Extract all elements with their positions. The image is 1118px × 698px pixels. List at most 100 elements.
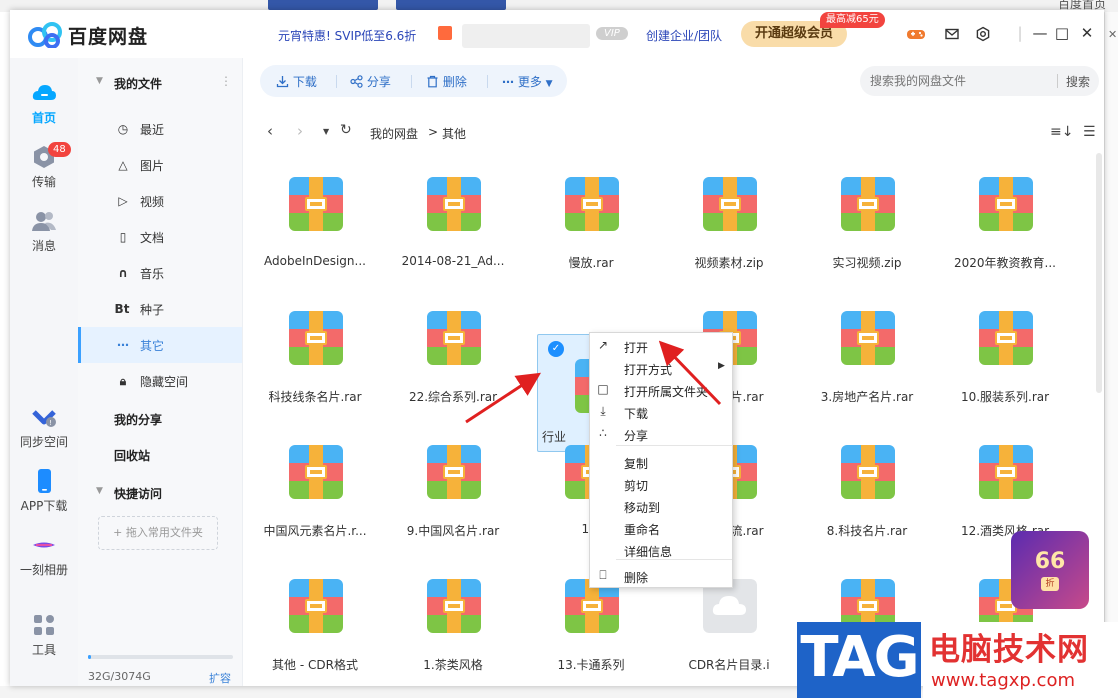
mail-icon[interactable] bbox=[944, 26, 960, 42]
sidebar-item-images[interactable]: △ 图片 bbox=[78, 147, 242, 183]
sidebar-item-label: 视频 bbox=[140, 195, 165, 209]
gamepad-icon[interactable] bbox=[906, 26, 926, 42]
promo-link[interactable]: 元宵特惠! SVIP低至6.6折 bbox=[278, 27, 416, 44]
baidu-netdisk-logo-icon bbox=[28, 22, 62, 48]
toolbar-divider bbox=[411, 75, 412, 88]
caret-down-icon[interactable]: ▼ bbox=[96, 486, 103, 496]
more-button[interactable]: ⋯ 更多 ▼ bbox=[502, 73, 553, 90]
archive-file-icon bbox=[565, 177, 619, 231]
minimize-icon[interactable]: — bbox=[1032, 24, 1048, 42]
list-view-icon[interactable]: ☰ bbox=[1083, 124, 1096, 140]
nav-sync-space[interactable]: ! 同步空间 bbox=[10, 404, 78, 450]
username-blurred[interactable] bbox=[462, 24, 590, 48]
breadcrumb-root[interactable]: 我的网盘 bbox=[370, 125, 418, 142]
promo-sticker[interactable]: 66 折 bbox=[1011, 531, 1089, 609]
download-icon: ⤓ bbox=[600, 404, 606, 418]
context-menu-divider bbox=[616, 559, 732, 560]
sidebar-item-hidden-space[interactable]: 🔒︎ 隐藏空间 bbox=[78, 363, 242, 399]
file-tile[interactable]: 其他 - CDR格式 bbox=[252, 555, 378, 673]
sidebar-item-recent[interactable]: ◷ 最近 bbox=[78, 111, 242, 147]
add-quick-folder-dropzone[interactable]: + 拖入常用文件夹 bbox=[98, 516, 218, 550]
nav-label: 一刻相册 bbox=[19, 563, 68, 577]
context-menu-item[interactable]: ⎕ 删除 bbox=[590, 565, 732, 587]
toolbar-divider bbox=[336, 75, 337, 88]
nav-album[interactable]: 一刻相册 bbox=[10, 532, 78, 578]
file-tile[interactable]: 1.茶类风格 bbox=[390, 555, 516, 673]
context-menu-item[interactable]: □ 打开所属文件夹 bbox=[590, 379, 732, 401]
file-tile[interactable]: 12.酒类风格.rar bbox=[942, 421, 1068, 539]
more-icon: ⋯ bbox=[117, 338, 129, 352]
transfer-count-badge: 48 bbox=[48, 142, 71, 157]
file-tile[interactable]: 22.综合系列.rar bbox=[390, 287, 516, 405]
context-menu-item[interactable]: 重命名 bbox=[590, 517, 732, 539]
my-files-heading[interactable]: 我的文件 bbox=[114, 75, 162, 92]
nav-app-download[interactable]: APP下载 bbox=[10, 468, 78, 514]
context-menu-item[interactable]: 打开方式 ▶ bbox=[590, 357, 732, 379]
sort-icon[interactable]: ≡↓ bbox=[1050, 124, 1073, 140]
delete-label: 删除 bbox=[442, 75, 467, 89]
selected-check-icon[interactable]: ✓ bbox=[548, 341, 564, 357]
nav-label: 同步空间 bbox=[19, 435, 68, 449]
more-dots-icon[interactable]: ⋮ bbox=[220, 74, 232, 88]
sidebar-item-documents[interactable]: ▯ 文档 bbox=[78, 219, 242, 255]
share-button[interactable]: 分享 bbox=[350, 73, 391, 90]
sidebar-item-label: 隐藏空间 bbox=[140, 375, 189, 389]
context-menu-item[interactable]: ↗ 打开 bbox=[590, 335, 732, 357]
file-tile[interactable]: 科技线条名片.rar bbox=[252, 287, 378, 405]
sidebar-item-label: 文档 bbox=[140, 231, 165, 245]
breadcrumb-current[interactable]: 其他 bbox=[442, 125, 466, 142]
file-tile[interactable]: 8.科技名片.rar bbox=[804, 421, 930, 539]
my-share-link[interactable]: 我的分享 bbox=[114, 411, 162, 428]
file-tile[interactable]: 10.服装系列.rar bbox=[942, 287, 1068, 405]
delete-button[interactable]: 删除 bbox=[426, 73, 467, 90]
storage-quota-text: 32G/3074G bbox=[88, 670, 151, 683]
file-tile[interactable]: AdobeInDesign... bbox=[252, 153, 378, 271]
context-menu-item[interactable]: 剪切 bbox=[590, 473, 732, 495]
file-tile[interactable]: 3.房地产名片.rar bbox=[804, 287, 930, 405]
close-icon[interactable]: ✕ bbox=[1079, 24, 1095, 42]
vertical-scrollbar[interactable] bbox=[1096, 153, 1102, 393]
quick-access-heading[interactable]: 快捷访问 bbox=[114, 485, 162, 502]
context-menu-item[interactable]: ⤓ 下载 bbox=[590, 401, 732, 423]
context-menu-item[interactable]: ∴ 分享 bbox=[590, 423, 732, 445]
file-tile[interactable]: 中国风元素名片.r... bbox=[252, 421, 378, 539]
file-tile[interactable]: 实习视频.zip bbox=[804, 153, 930, 271]
history-dropdown-icon[interactable]: ▼ bbox=[323, 127, 329, 136]
context-menu-item[interactable]: 详细信息 bbox=[590, 539, 732, 561]
search-bar: 搜索 bbox=[860, 66, 1099, 96]
nav-home[interactable]: 首页 bbox=[10, 80, 78, 126]
tools-icon bbox=[34, 615, 54, 635]
download-icon bbox=[276, 76, 289, 88]
create-enterprise-link[interactable]: 创建企业/团队 bbox=[646, 27, 722, 44]
context-menu-item[interactable]: 移动到 bbox=[590, 495, 732, 517]
file-tile[interactable]: 视频素材.zip bbox=[666, 153, 792, 271]
file-tile[interactable]: 2020年教资教育... bbox=[942, 153, 1068, 271]
recycle-bin-link[interactable]: 回收站 bbox=[114, 447, 150, 464]
gift-icon[interactable] bbox=[438, 26, 452, 40]
maximize-icon[interactable]: □ bbox=[1054, 24, 1070, 42]
nav-label: 工具 bbox=[31, 643, 56, 657]
sidebar-item-videos[interactable]: ▷ 视频 bbox=[78, 183, 242, 219]
file-tile[interactable]: 9.中国风名片.rar bbox=[390, 421, 516, 539]
refresh-icon[interactable]: ↻ bbox=[340, 122, 352, 138]
context-menu-label: 打开方式 bbox=[624, 363, 673, 377]
search-button[interactable]: 搜索 bbox=[1066, 73, 1090, 90]
nav-tools[interactable]: 工具 bbox=[10, 612, 78, 658]
message-icon bbox=[32, 212, 56, 231]
caret-down-icon[interactable]: ▼ bbox=[96, 76, 103, 86]
file-tile[interactable]: 慢放.rar bbox=[528, 153, 654, 271]
sidebar-item-music[interactable]: ∩ 音乐 bbox=[78, 255, 242, 291]
file-tile[interactable]: 2014-08-21_Ad... bbox=[390, 153, 516, 271]
expand-storage-link[interactable]: 扩容 bbox=[209, 670, 231, 686]
sidebar-item-torrents[interactable]: Bt 种子 bbox=[78, 291, 242, 327]
forward-icon[interactable]: › bbox=[297, 122, 303, 140]
download-button[interactable]: 下载 bbox=[276, 73, 317, 90]
settings-icon[interactable] bbox=[975, 26, 991, 42]
context-menu-item[interactable]: 复制 bbox=[590, 451, 732, 473]
nav-messages[interactable]: 消息 bbox=[10, 208, 78, 254]
sidebar-item-other[interactable]: ⋯ 其它 bbox=[78, 327, 242, 363]
back-icon[interactable]: ‹ bbox=[267, 122, 273, 140]
search-input[interactable] bbox=[870, 72, 1050, 90]
watermark-url: www.tagxp.com bbox=[931, 670, 1075, 691]
archive-file-icon bbox=[703, 177, 757, 231]
